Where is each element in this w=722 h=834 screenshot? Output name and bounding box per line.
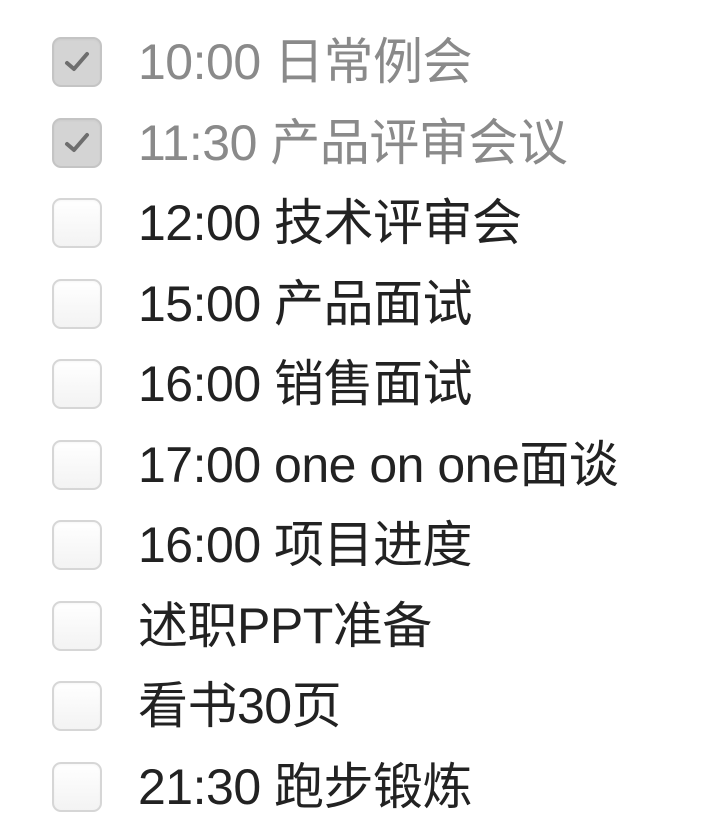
todo-item: 11:30 产品评审会议 bbox=[52, 103, 712, 184]
todo-item: 16:00 销售面试 bbox=[52, 344, 712, 425]
todo-label: 15:00 产品面试 bbox=[138, 275, 473, 332]
todo-item: 21:30 跑步锻炼 bbox=[52, 747, 712, 828]
todo-checkbox[interactable] bbox=[52, 681, 102, 732]
todo-checkbox[interactable] bbox=[52, 37, 102, 88]
todo-item: 看书30页 bbox=[52, 666, 712, 747]
checkmark-icon bbox=[65, 132, 89, 152]
todo-label: 21:30 跑步锻炼 bbox=[138, 758, 473, 815]
todo-checkbox[interactable] bbox=[52, 117, 102, 168]
todo-checkbox[interactable] bbox=[52, 278, 102, 329]
todo-label: 17:00 one on one面谈 bbox=[138, 436, 619, 493]
todo-checkbox[interactable] bbox=[52, 761, 102, 812]
todo-label: 述职PPT准备 bbox=[138, 597, 432, 654]
todo-item: 12:00 技术评审会 bbox=[52, 183, 712, 264]
todo-item: 10:00 日常例会 bbox=[52, 22, 712, 103]
todo-label: 11:30 产品评审会议 bbox=[138, 114, 568, 171]
todo-item: 16:00 项目进度 bbox=[52, 505, 712, 586]
todo-checkbox[interactable] bbox=[52, 359, 102, 410]
todo-label: 看书30页 bbox=[138, 678, 342, 735]
todo-checkbox[interactable] bbox=[52, 600, 102, 651]
todo-item: 17:00 one on one面谈 bbox=[52, 425, 712, 506]
todo-label: 10:00 日常例会 bbox=[138, 34, 473, 91]
todo-list: 10:00 日常例会 11:30 产品评审会议 12:00 技术评审会 15:0… bbox=[52, 22, 712, 827]
todo-checkbox[interactable] bbox=[52, 198, 102, 249]
todo-label: 16:00 项目进度 bbox=[138, 517, 473, 574]
todo-item: 15:00 产品面试 bbox=[52, 264, 712, 345]
todo-item: 述职PPT准备 bbox=[52, 586, 712, 667]
checkmark-icon bbox=[65, 52, 89, 72]
todo-checkbox[interactable] bbox=[52, 520, 102, 571]
todo-label: 12:00 技术评审会 bbox=[138, 195, 522, 252]
todo-checkbox[interactable] bbox=[52, 439, 102, 490]
todo-label: 16:00 销售面试 bbox=[138, 356, 473, 413]
